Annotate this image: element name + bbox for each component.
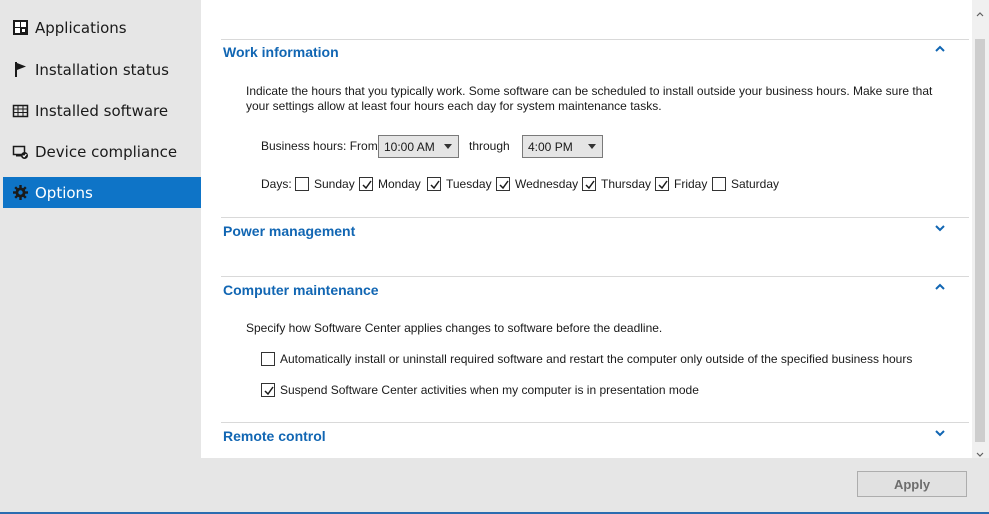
device-check-icon [12,143,29,160]
scroll-down-arrow-icon[interactable] [975,445,985,457]
from-time-value: 10:00 AM [384,139,435,154]
scroll-up-arrow-icon[interactable] [975,4,985,17]
computer-maintenance-description: Specify how Software Center applies chan… [246,321,663,335]
power-management-header[interactable]: Power management [223,223,355,239]
sidebar: Applications Installation status Install… [0,0,201,514]
section-divider [221,39,969,40]
description-line: Indicate the hours that you typically wo… [246,84,933,98]
from-time-select[interactable]: 10:00 AM [378,135,459,158]
day-checkbox-wednesday[interactable] [496,177,510,191]
day-checkbox-tuesday[interactable] [427,177,441,191]
chevron-up-icon[interactable] [934,278,946,290]
section-divider [221,276,969,277]
apply-button[interactable]: Apply [857,471,967,497]
table-icon [12,102,29,119]
through-time-value: 4:00 PM [528,139,573,154]
day-label: Monday [378,177,421,191]
day-checkbox-monday[interactable] [359,177,373,191]
sidebar-item-installation-status[interactable]: Installation status [3,54,201,85]
sidebar-item-applications[interactable]: Applications [3,12,201,43]
chevron-down-icon[interactable] [934,424,946,437]
sidebar-item-device-compliance[interactable]: Device compliance [3,136,201,167]
description-line: your settings allow at least four hours … [246,99,662,113]
day-checkbox-saturday[interactable] [712,177,726,191]
section-divider [221,422,969,423]
applications-grid-icon [12,19,29,36]
chevron-down-icon [444,144,452,149]
work-information-description: Indicate the hours that you typically wo… [246,84,932,114]
check-icon [658,180,668,190]
computer-maintenance-header[interactable]: Computer maintenance [223,282,379,298]
day-label: Tuesday [446,177,492,191]
day-checkbox-thursday[interactable] [582,177,596,191]
business-hours-label: Business hours: From [261,139,378,153]
sidebar-item-options[interactable]: Options [3,177,201,208]
scrollbar-thumb[interactable] [975,39,985,442]
days-label: Days: [261,177,292,191]
through-label: through [469,139,510,153]
flag-icon [12,61,29,78]
remote-control-header[interactable]: Remote control [223,428,326,444]
clipped-text [241,0,245,5]
options-panel: Work information Indicate the hours that… [201,0,989,458]
suspend-presentation-mode-label: Suspend Software Center activities when … [280,383,699,397]
section-divider [221,217,969,218]
day-checkbox-sunday[interactable] [295,177,309,191]
sidebar-item-label: Installation status [35,60,169,79]
auto-install-outside-hours-label: Automatically install or uninstall requi… [280,352,913,366]
check-icon [362,180,372,190]
sidebar-item-installed-software[interactable]: Installed software [3,95,201,126]
work-information-header[interactable]: Work information [223,44,339,60]
suspend-presentation-mode-checkbox[interactable] [261,383,275,397]
auto-install-outside-hours-checkbox[interactable] [261,352,275,366]
day-checkbox-friday[interactable] [655,177,669,191]
chevron-down-icon [588,144,596,149]
day-label: Wednesday [515,177,579,191]
check-icon [430,180,440,190]
check-icon [499,180,509,190]
gear-icon [12,184,29,201]
chevron-down-icon[interactable] [934,219,946,232]
check-icon [264,386,274,396]
day-label: Thursday [601,177,652,191]
sidebar-item-label: Options [35,183,93,202]
day-label: Sunday [314,177,355,191]
chevron-up-icon[interactable] [934,40,946,52]
sidebar-item-label: Installed software [35,101,169,120]
day-label: Friday [674,177,708,191]
through-time-select[interactable]: 4:00 PM [522,135,603,158]
day-label: Saturday [731,177,780,191]
check-icon [585,180,595,190]
sidebar-item-label: Applications [35,18,127,37]
sidebar-item-label: Device compliance [35,142,178,161]
